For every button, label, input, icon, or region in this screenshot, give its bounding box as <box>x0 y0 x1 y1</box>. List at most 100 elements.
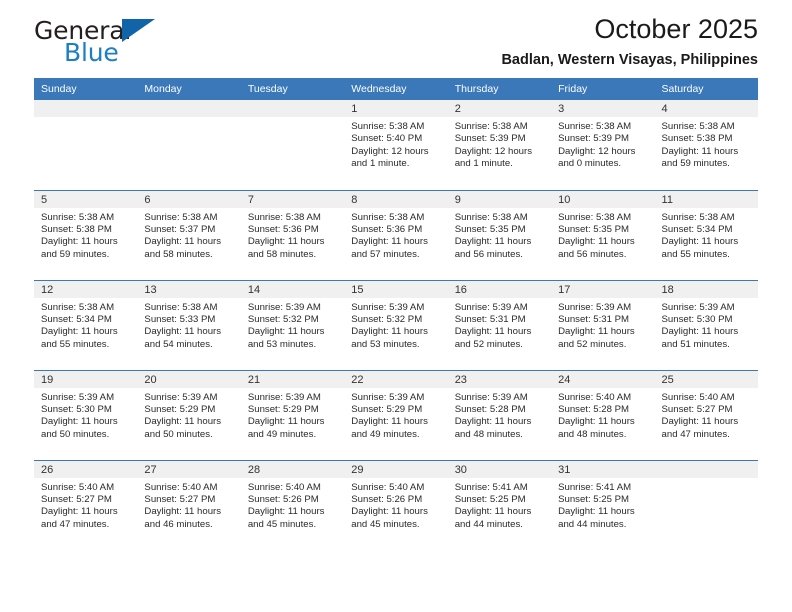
daylight-text-line2: and 56 minutes. <box>454 248 523 260</box>
calendar-day-cell[interactable]: 23 Sunrise: 5:39 AM Sunset: 5:28 PM Dayligh… <box>447 369 552 460</box>
daylight-text-line2: and 58 minutes. <box>247 248 317 260</box>
calendar-day-cell[interactable]: 3 Sunrise: 5:38 AM Sunset: 5:39 PM Daylight… <box>551 100 655 190</box>
calendar-day-cell[interactable]: 17 Sunrise: 5:39 AM Sunset: 5:31 PM Dayligh… <box>551 279 655 370</box>
day-number: 15 <box>344 280 448 298</box>
sunset-text: Sunset: 5:40 PM <box>351 133 423 145</box>
daylight-text-line1: Daylight: 11 hours <box>351 236 428 248</box>
day-number: 4 <box>654 100 758 117</box>
day-details: Sunrise: 5:40 AM Sunset: 5:28 PM Daylight:… <box>551 388 654 442</box>
calendar-day-cell[interactable]: 30 Sunrise: 5:41 AM Sunset: 5:25 PM Dayligh… <box>447 459 552 550</box>
day-details: Sunrise: 5:38 AM Sunset: 5:39 PM Daylight:… <box>448 117 551 171</box>
day-number: 25 <box>654 370 758 388</box>
calendar-day-cell[interactable]: 13 Sunrise: 5:38 AM Sunset: 5:33 PM Dayligh… <box>137 279 241 370</box>
day-number: 29 <box>344 460 448 478</box>
daylight-text-line2: and 55 minutes. <box>41 338 110 350</box>
day-details: Sunrise: 5:39 AM Sunset: 5:31 PM Daylight:… <box>551 298 654 352</box>
day-details: Sunrise: 5:39 AM Sunset: 5:30 PM Daylight:… <box>34 388 137 442</box>
calendar-day-cell[interactable]: 27 Sunrise: 5:40 AM Sunset: 5:27 PM Dayligh… <box>137 459 241 550</box>
daylight-text-line1: Daylight: 12 hours <box>454 145 533 157</box>
daylight-text-line2: and 51 minutes. <box>661 338 730 350</box>
calendar-body: 1 Sunrise: 5:38 AM Sunset: 5:40 PM Daylight… <box>34 100 758 550</box>
calendar-day-cell[interactable]: 31 Sunrise: 5:41 AM Sunset: 5:25 PM Dayligh… <box>551 459 655 550</box>
daylight-text-line2: and 44 minutes. <box>454 518 523 530</box>
daylight-text-line1: Daylight: 11 hours <box>661 326 739 338</box>
sunrise-text: Sunrise: 5:41 AM <box>558 481 632 493</box>
day-details: Sunrise: 5:40 AM Sunset: 5:27 PM Daylight:… <box>655 388 758 442</box>
calendar-day-cell[interactable]: 5 Sunrise: 5:38 AM Sunset: 5:38 PM Daylight… <box>34 189 138 280</box>
sunrise-text: Sunrise: 5:39 AM <box>558 301 632 313</box>
calendar-day-cell[interactable]: 16 Sunrise: 5:39 AM Sunset: 5:31 PM Dayligh… <box>447 279 552 370</box>
calendar-day-cell[interactable]: 18 Sunrise: 5:39 AM Sunset: 5:30 PM Dayligh… <box>654 279 758 370</box>
day-number: 14 <box>240 280 345 298</box>
sunrise-text: Sunrise: 5:38 AM <box>351 121 425 132</box>
calendar-day-cell[interactable]: 8 Sunrise: 5:38 AM Sunset: 5:36 PM Daylight… <box>344 189 448 280</box>
calendar-day-cell[interactable]: 20 Sunrise: 5:39 AM Sunset: 5:29 PM Dayligh… <box>137 369 241 460</box>
sunrise-text: Sunrise: 5:39 AM <box>454 391 528 403</box>
daylight-text-line1: Daylight: 11 hours <box>454 236 532 248</box>
sunrise-text: Sunrise: 5:38 AM <box>661 211 735 223</box>
daylight-text-line2: and 53 minutes. <box>351 338 420 350</box>
weekday-header-sunday: Sunday <box>34 78 138 100</box>
day-number: 18 <box>654 280 758 298</box>
calendar-day-cell[interactable]: 6 Sunrise: 5:38 AM Sunset: 5:37 PM Daylight… <box>137 189 241 280</box>
sunset-text: Sunset: 5:31 PM <box>558 313 630 325</box>
calendar-day-cell[interactable]: 24 Sunrise: 5:40 AM Sunset: 5:28 PM Dayligh… <box>551 369 655 460</box>
sunset-text: Sunset: 5:31 PM <box>454 313 526 325</box>
calendar-day-cell[interactable]: 22 Sunrise: 5:39 AM Sunset: 5:29 PM Dayligh… <box>344 369 448 460</box>
daylight-text-line1: Daylight: 11 hours <box>558 416 635 428</box>
calendar-day-cell[interactable]: 14 Sunrise: 5:39 AM Sunset: 5:32 PM Dayligh… <box>240 279 345 370</box>
day-number: 1 <box>344 100 448 117</box>
day-number: 10 <box>551 190 655 208</box>
sunrise-text: Sunrise: 5:38 AM <box>661 121 735 132</box>
daylight-text-line2: and 54 minutes. <box>144 338 213 350</box>
daylight-text-line1: Daylight: 11 hours <box>247 416 325 428</box>
sunrise-text: Sunrise: 5:41 AM <box>454 481 528 493</box>
calendar-day-cell[interactable]: 10 Sunrise: 5:38 AM Sunset: 5:35 PM Dayligh… <box>551 189 655 280</box>
calendar-day-cell[interactable]: 9 Sunrise: 5:38 AM Sunset: 5:35 PM Daylight… <box>447 189 552 280</box>
daylight-text-line2: and 47 minutes. <box>41 518 110 530</box>
day-number <box>654 460 758 478</box>
calendar-day-cell[interactable]: 19 Sunrise: 5:39 AM Sunset: 5:30 PM Dayligh… <box>34 369 138 460</box>
daylight-text-line2: and 49 minutes. <box>247 428 317 440</box>
day-number: 3 <box>551 100 655 117</box>
daylight-text-line1: Daylight: 11 hours <box>41 326 118 338</box>
calendar-day-cell[interactable]: 1 Sunrise: 5:38 AM Sunset: 5:40 PM Daylight… <box>344 100 448 190</box>
brand-logo[interactable]: General Blue <box>34 16 234 68</box>
sunset-text: Sunset: 5:27 PM <box>144 493 216 505</box>
sunset-text: Sunset: 5:34 PM <box>41 313 112 325</box>
page-title: October 2025 <box>594 14 758 44</box>
sunrise-text: Sunrise: 5:38 AM <box>558 211 632 223</box>
day-details: Sunrise: 5:38 AM Sunset: 5:34 PM Daylight:… <box>34 298 137 352</box>
calendar-day-cell[interactable]: 26 Sunrise: 5:40 AM Sunset: 5:27 PM Dayligh… <box>34 459 138 550</box>
sunset-text: Sunset: 5:27 PM <box>41 493 112 505</box>
day-details: Sunrise: 5:38 AM Sunset: 5:37 PM Daylight:… <box>137 208 240 262</box>
calendar-day-cell[interactable]: 4 Sunrise: 5:38 AM Sunset: 5:38 PM Daylight… <box>654 100 758 190</box>
weekday-header-saturday: Saturday <box>654 78 758 100</box>
calendar-day-cell[interactable]: 15 Sunrise: 5:39 AM Sunset: 5:32 PM Dayligh… <box>344 279 448 370</box>
daylight-text-line2: and 1 minute. <box>351 158 410 170</box>
calendar-day-cell[interactable]: 11 Sunrise: 5:38 AM Sunset: 5:34 PM Dayligh… <box>654 189 758 280</box>
daylight-text-line1: Daylight: 11 hours <box>41 236 118 248</box>
calendar-day-cell[interactable]: 12 Sunrise: 5:38 AM Sunset: 5:34 PM Dayligh… <box>34 279 138 370</box>
calendar-day-cell[interactable]: 28 Sunrise: 5:40 AM Sunset: 5:26 PM Dayligh… <box>240 459 345 550</box>
calendar-day-cell-empty <box>654 459 758 550</box>
daylight-text-line1: Daylight: 11 hours <box>351 416 428 428</box>
day-details: Sunrise: 5:38 AM Sunset: 5:35 PM Daylight:… <box>551 208 654 262</box>
daylight-text-line2: and 52 minutes. <box>454 338 523 350</box>
weekday-header-monday: Monday <box>137 78 241 100</box>
daylight-text-line1: Daylight: 11 hours <box>454 326 532 338</box>
calendar-day-cell[interactable]: 25 Sunrise: 5:40 AM Sunset: 5:27 PM Dayligh… <box>654 369 758 460</box>
day-number: 7 <box>240 190 345 208</box>
day-details: Sunrise: 5:40 AM Sunset: 5:27 PM Daylight:… <box>34 478 137 532</box>
calendar-day-cell[interactable]: 7 Sunrise: 5:38 AM Sunset: 5:36 PM Daylight… <box>240 189 345 280</box>
calendar-page: General Blue October 2025 Badlan, Wester… <box>0 0 792 612</box>
calendar-day-cell[interactable]: 29 Sunrise: 5:40 AM Sunset: 5:26 PM Dayligh… <box>344 459 448 550</box>
sunrise-text: Sunrise: 5:40 AM <box>247 481 321 493</box>
calendar-week-row: 1 Sunrise: 5:38 AM Sunset: 5:40 PM Daylight… <box>34 100 758 190</box>
day-number <box>240 100 345 117</box>
calendar-day-cell[interactable]: 2 Sunrise: 5:38 AM Sunset: 5:39 PM Daylight… <box>447 100 552 190</box>
calendar-day-cell[interactable]: 21 Sunrise: 5:39 AM Sunset: 5:29 PM Dayligh… <box>240 369 345 460</box>
day-number: 16 <box>447 280 552 298</box>
day-details: Sunrise: 5:39 AM Sunset: 5:29 PM Daylight:… <box>137 388 240 442</box>
daylight-text-line1: Daylight: 11 hours <box>247 506 325 518</box>
